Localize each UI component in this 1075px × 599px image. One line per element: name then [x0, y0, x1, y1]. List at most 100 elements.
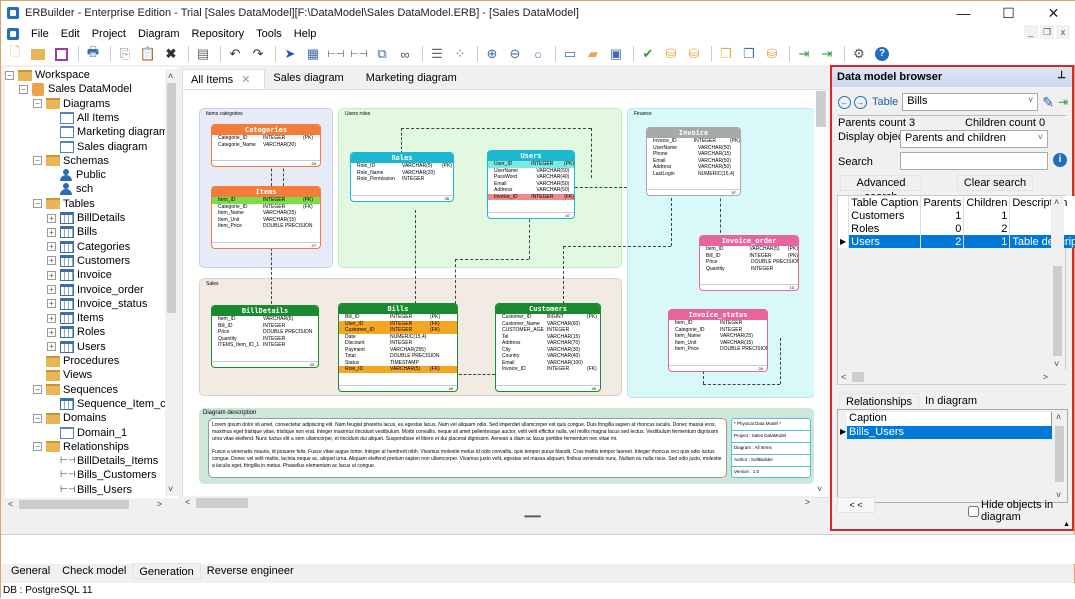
expand-icon[interactable]: +: [47, 242, 56, 252]
menu-help[interactable]: Help: [288, 28, 323, 40]
new-icon[interactable]: 🗋: [5, 44, 25, 63]
paste-icon[interactable]: 📋: [138, 45, 158, 63]
help-icon[interactable]: ?: [872, 45, 892, 63]
er-column-row[interactable]: Quantity INTEGER: [700, 266, 798, 273]
maximize-button[interactable]: ☐: [986, 1, 1031, 25]
er-column-row[interactable]: LastLogin NUMERIC(15,4): [647, 171, 740, 178]
tree-item[interactable]: + BillDetails: [47, 211, 125, 225]
forward-icon[interactable]: →: [854, 95, 867, 109]
identifying-relationship-icon[interactable]: ⊢⊣: [349, 45, 369, 63]
tab-marketing-diagram[interactable]: Marketing diagram: [358, 69, 471, 89]
tree-item[interactable]: + Invoice: [47, 268, 112, 282]
tree-item[interactable]: + Users: [47, 340, 106, 354]
tab-generation[interactable]: Generation: [132, 563, 201, 579]
grid-horizontal-scrollbar[interactable]: < >: [838, 370, 1066, 384]
tree-item[interactable]: ⊢⊣ BillDetails_Items: [60, 454, 158, 468]
er-column-row[interactable]: ITEMS_Item_ID_1 INTEGER: [212, 342, 318, 349]
er-table-items[interactable]: Items Item_ID INTEGER (PK) Categorie_ID INTEG…: [211, 186, 321, 249]
delete-icon[interactable]: ✖: [161, 45, 181, 63]
tree-item[interactable]: ⊢⊣ Bills_Users: [60, 483, 132, 497]
search-input[interactable]: [900, 152, 1048, 170]
distribute-icon[interactable]: ⁘: [450, 45, 470, 63]
collapse-icon[interactable]: −: [33, 413, 42, 423]
expand-icon[interactable]: +: [47, 299, 56, 309]
tree-item[interactable]: − Schemas: [33, 154, 109, 168]
zoom-fit-icon[interactable]: ○: [528, 45, 548, 63]
duplicate-icon[interactable]: ❐: [739, 45, 759, 63]
save-icon[interactable]: [51, 45, 71, 63]
close-tab-icon[interactable]: ✕: [241, 74, 250, 86]
tree-item[interactable]: + Invoice_status: [47, 297, 147, 311]
close-button[interactable]: ✕: [1031, 1, 1075, 25]
rel-vertical-scrollbar[interactable]: ˄ ˅: [1053, 412, 1066, 500]
scroll-left-icon[interactable]: <: [8, 499, 13, 509]
hierarchy-icon[interactable]: ⧉: [372, 45, 392, 63]
tree-item[interactable]: ⊢⊣ Bills_Customers: [60, 468, 156, 482]
display-objects-select[interactable]: Parents and children ˅: [900, 130, 1048, 148]
copy-icon[interactable]: ⎘: [115, 45, 135, 63]
er-column-row[interactable]: Invoice_ID INTEGER (FK): [488, 193, 574, 200]
collapse-icon[interactable]: −: [19, 84, 28, 94]
er-table-invoice-order[interactable]: Invoice_order Item_ID VARCHAR(5) (PK) Bill_I…: [699, 235, 799, 291]
tab-check-model[interactable]: Check model: [56, 563, 132, 579]
er-table-billdetails[interactable]: BillDetails Item_ID VARCHAR(5) Bill_ID INTEG…: [211, 305, 319, 368]
mdi-minimize-button[interactable]: _: [1024, 25, 1038, 39]
advanced-search-button[interactable]: Advanced search: [840, 175, 922, 203]
tab-in-diagram[interactable]: In diagram: [919, 393, 983, 409]
export-icon[interactable]: ⇥: [817, 45, 837, 63]
print-icon[interactable]: 🖶: [83, 44, 103, 63]
panel-resize-icon[interactable]: ▲: [1063, 521, 1070, 528]
menu-edit[interactable]: Edit: [55, 28, 86, 40]
tab-sales-diagram[interactable]: Sales diagram: [265, 69, 357, 89]
open-icon[interactable]: [28, 45, 48, 63]
scroll-right-icon[interactable]: >: [157, 499, 162, 509]
collapse-icon[interactable]: −: [33, 99, 42, 109]
tab-reverse-engineer[interactable]: Reverse engineer: [201, 563, 300, 579]
tree-item[interactable]: − Sales DataModel: [19, 82, 132, 96]
grid-vertical-scrollbar[interactable]: ˄ ˅: [1051, 196, 1064, 370]
collapse-button[interactable]: < <: [837, 497, 875, 513]
tree-item[interactable]: Views: [46, 368, 92, 382]
hide-objects-checkbox[interactable]: [968, 505, 979, 517]
er-column-row[interactable]: Invoice_ID INTEGER (FK): [496, 366, 600, 373]
menu-project[interactable]: Project: [86, 28, 132, 40]
tree-item[interactable]: − Diagrams: [33, 97, 110, 111]
scroll-left-icon[interactable]: <: [185, 497, 190, 507]
edit-icon[interactable]: ✎: [1042, 94, 1054, 111]
generate-db-icon[interactable]: ⛁: [661, 45, 681, 63]
caption-column-header[interactable]: Caption: [847, 412, 1052, 426]
menu-diagram[interactable]: Diagram: [132, 28, 186, 40]
er-table-roles[interactable]: Roles Role_ID VARCHAR(5) (PK) Role_Name VARCH…: [350, 152, 454, 202]
mdi-close-button[interactable]: x: [1056, 25, 1070, 39]
expand-icon[interactable]: +: [47, 270, 56, 280]
column-header[interactable]: Table Caption: [848, 196, 922, 209]
er-column-row[interactable]: Item_Price DOUBLE PRECISION: [212, 223, 320, 230]
menu-repository[interactable]: Repository: [186, 28, 251, 40]
tree-item[interactable]: + Customers: [47, 254, 130, 268]
tree-vertical-scrollbar[interactable]: ˄ ˅: [165, 69, 178, 496]
check-icon[interactable]: ✔: [638, 45, 658, 63]
diagram-description-box[interactable]: Diagram description Lorem ipsum dolor si…: [199, 408, 814, 484]
column-header[interactable]: Parents: [920, 196, 965, 209]
tree-item[interactable]: + Invoice_order: [47, 283, 144, 297]
er-table-invoice-status[interactable]: Invoice_status Item_ID INTEGER Categorie_ID…: [668, 309, 768, 372]
relationship-icon[interactable]: ⊢⊣: [326, 45, 346, 63]
table-row-selected[interactable]: ▶Users21Table description: [838, 235, 1075, 248]
tree-item[interactable]: − Workspace: [5, 68, 90, 82]
redo-icon[interactable]: ↷: [248, 45, 268, 63]
tree-horizontal-scrollbar[interactable]: < >: [5, 498, 178, 511]
diagram-icon[interactable]: ▭: [560, 45, 580, 63]
zoom-out-icon[interactable]: ⊖: [505, 45, 525, 63]
table-row[interactable]: Roles 0 2: [838, 222, 1075, 235]
object-select[interactable]: Bills ˅: [902, 93, 1039, 111]
expand-icon[interactable]: +: [47, 313, 56, 323]
pin-icon[interactable]: ⊥: [1057, 70, 1066, 81]
info-icon[interactable]: i: [1053, 153, 1067, 167]
tree-item[interactable]: Public: [60, 168, 106, 182]
tree-item[interactable]: Sequence_Item_co: [60, 397, 172, 411]
scroll-up-icon[interactable]: ˄: [168, 71, 173, 81]
er-table-invoice[interactable]: Invoice Invoice_ID INTEGER (PK) UserName VARC…: [646, 127, 741, 196]
settings-icon[interactable]: ⚙: [849, 45, 869, 63]
tree-item[interactable]: + Bills: [47, 225, 97, 239]
er-column-row[interactable]: Categorie_Name VARCHAR(30): [212, 142, 320, 149]
